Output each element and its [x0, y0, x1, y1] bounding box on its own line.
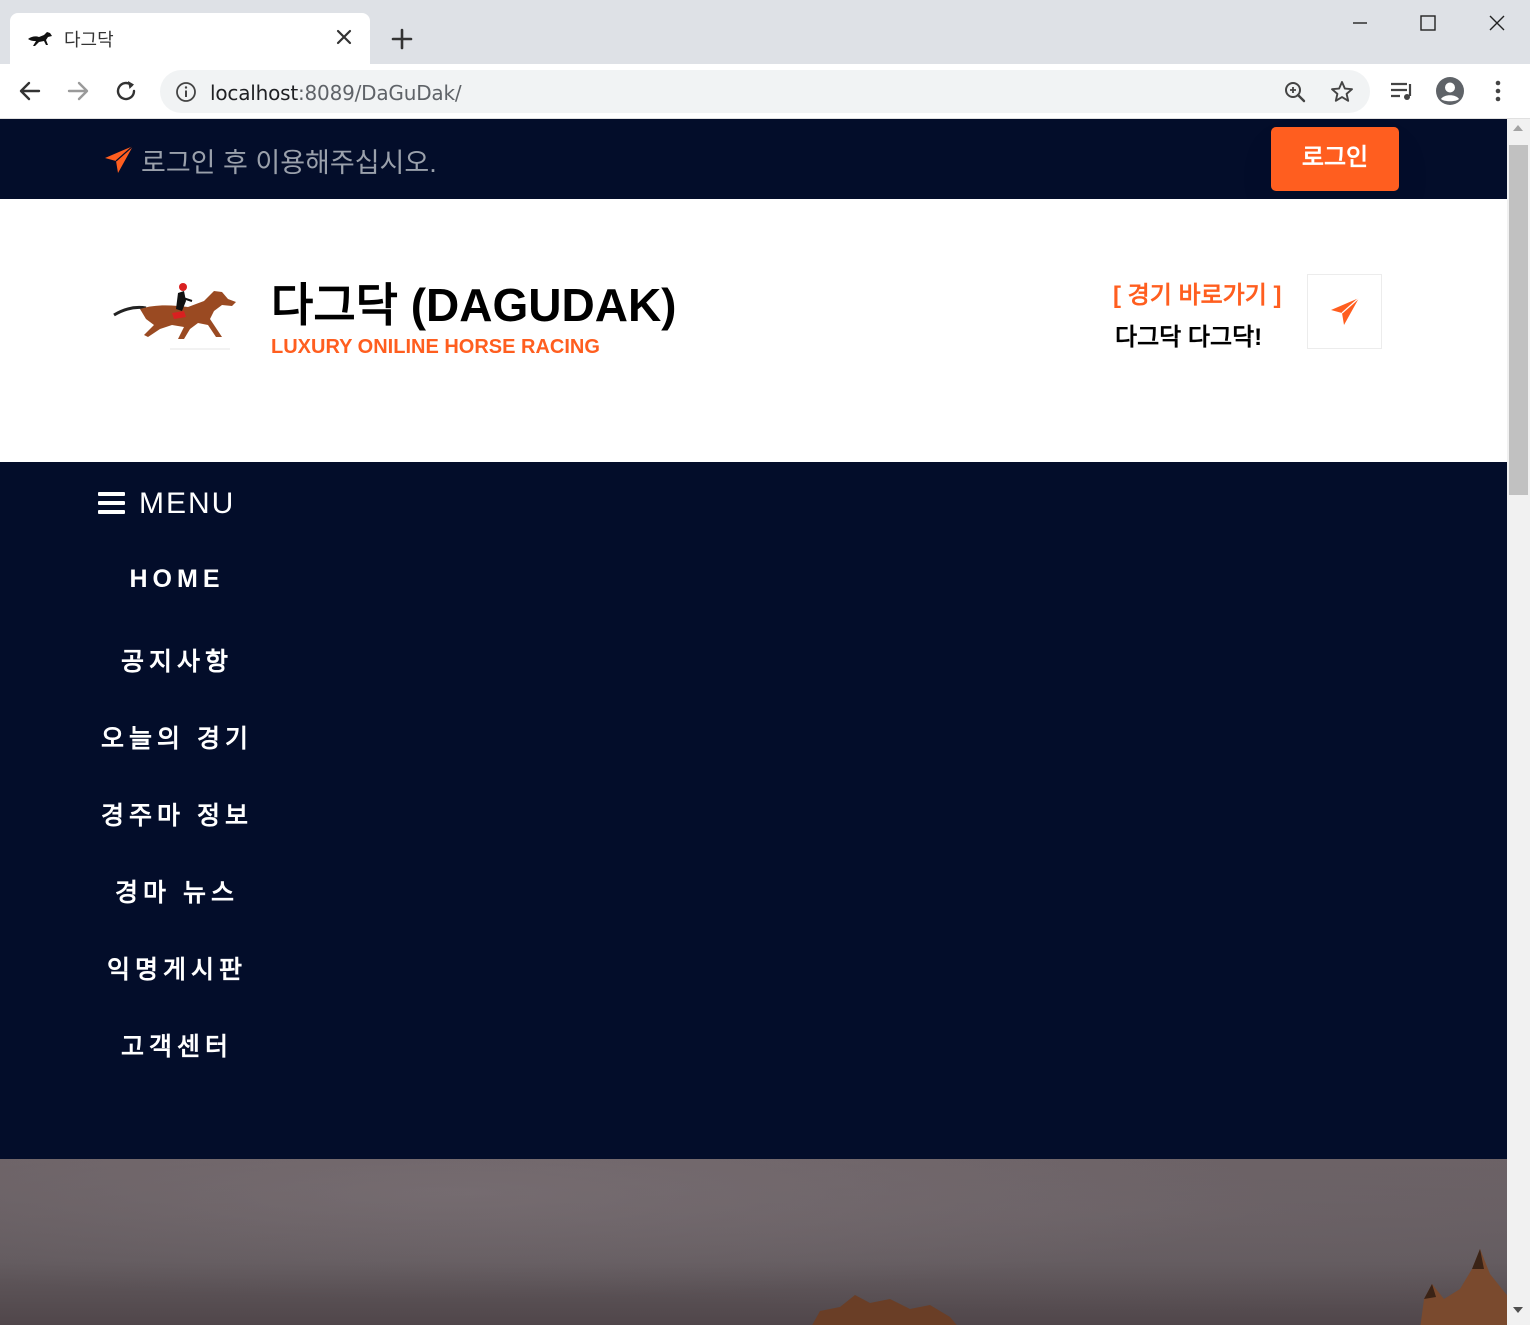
site-title: 다그닥 (DAGUDAK): [271, 279, 677, 331]
scroll-down-arrow-icon[interactable]: [1513, 1307, 1523, 1313]
nav-link-notice[interactable]: 공지사항: [0, 642, 354, 678]
scroll-up-arrow-icon[interactable]: [1513, 125, 1523, 131]
url-host: localhost: [210, 81, 298, 105]
nav-link-home[interactable]: HOME: [0, 565, 354, 594]
nav-link-today-race[interactable]: 오늘의 경기: [0, 719, 354, 755]
url-path: :8089/DaGuDak/: [297, 81, 462, 105]
close-tab-icon[interactable]: [332, 25, 356, 49]
menu-label: MENU: [139, 487, 236, 520]
site-header: 다그닥 (DAGUDAK) LUXURY ONILINE HORSE RACIN…: [0, 199, 1507, 462]
tab-title: 다그닥: [64, 30, 114, 51]
nav-link-racing-news[interactable]: 경마 뉴스: [0, 873, 354, 909]
forward-arrow-icon[interactable]: [63, 76, 93, 106]
profile-avatar-icon[interactable]: [1435, 76, 1465, 106]
horse-racing-logo[interactable]: [110, 279, 240, 351]
media-queue-icon[interactable]: [1387, 76, 1417, 106]
horse-favicon-icon: [28, 32, 52, 46]
window-close-icon[interactable]: [1480, 6, 1514, 40]
minimize-icon[interactable]: [1343, 6, 1377, 40]
nav-item-notice: 공지사항: [0, 642, 354, 719]
browser-tab[interactable]: 다그닥: [10, 13, 370, 64]
site-info-icon[interactable]: [174, 80, 198, 104]
nav-item-customer-center: 고객센터: [0, 1027, 354, 1104]
url-text[interactable]: localhost:8089/DaGuDak/: [210, 81, 462, 105]
nav-link-horse-info[interactable]: 경주마 정보: [0, 796, 354, 832]
hero-mist: [0, 1159, 1507, 1325]
top-notice-bar: 로그인 후 이용해주십시오. 로그인: [0, 119, 1507, 199]
quick-link-label[interactable]: [ 경기 바로가기 ]: [1113, 275, 1281, 310]
hamburger-icon: [98, 492, 125, 514]
nav-item-horse-info: 경주마 정보: [0, 796, 354, 873]
nav-item-today-race: 오늘의 경기: [0, 719, 354, 796]
nav-item-anonymous-board: 익명게시판: [0, 950, 354, 1027]
paper-plane-icon: [105, 145, 134, 173]
back-arrow-icon[interactable]: [15, 76, 45, 106]
hero-banner-image: [0, 1159, 1507, 1325]
scrollbar-thumb[interactable]: [1509, 145, 1528, 495]
reload-icon[interactable]: [111, 76, 141, 106]
browser-toolbar: localhost:8089/DaGuDak/: [0, 64, 1530, 119]
paper-plane-icon: [1331, 297, 1360, 325]
nav-link-anonymous-board[interactable]: 익명게시판: [0, 950, 354, 986]
nav-item-racing-news: 경마 뉴스: [0, 873, 354, 950]
nav-list: HOME 공지사항 오늘의 경기 경주마 정보 경마 뉴스 익명게시판 고객센터: [0, 565, 354, 1104]
main-navigation: MENU HOME 공지사항 오늘의 경기 경주마 정보 경마 뉴스 익명게시판…: [0, 462, 1507, 1159]
login-button[interactable]: 로그인: [1271, 127, 1399, 191]
address-bar[interactable]: localhost:8089/DaGuDak/: [160, 70, 1370, 113]
zoom-icon[interactable]: [1282, 79, 1308, 105]
horse-head-image: [1420, 1249, 1507, 1325]
horse-mane-image: [812, 1295, 957, 1325]
login-notice-text: 로그인 후 이용해주십시오.: [141, 148, 437, 178]
site-subtitle: LUXURY ONILINE HORSE RACING: [271, 336, 600, 358]
nav-link-customer-center[interactable]: 고객센터: [0, 1027, 354, 1063]
bookmark-star-icon[interactable]: [1329, 79, 1355, 105]
new-tab-icon[interactable]: [388, 25, 416, 53]
race-shortcut-button[interactable]: [1307, 274, 1382, 349]
browser-menu-icon[interactable]: [1483, 76, 1513, 106]
nav-item-home: HOME: [0, 565, 354, 642]
browser-tab-strip: 다그닥: [0, 0, 1530, 64]
quick-link-text: 다그닥 다그닥!: [1115, 324, 1263, 351]
page-scrollbar[interactable]: [1507, 119, 1530, 1325]
page-viewport: 로그인 후 이용해주십시오. 로그인 다그닥 (DAGUDAK) LUXURY …: [0, 119, 1507, 1325]
maximize-icon[interactable]: [1411, 6, 1445, 40]
